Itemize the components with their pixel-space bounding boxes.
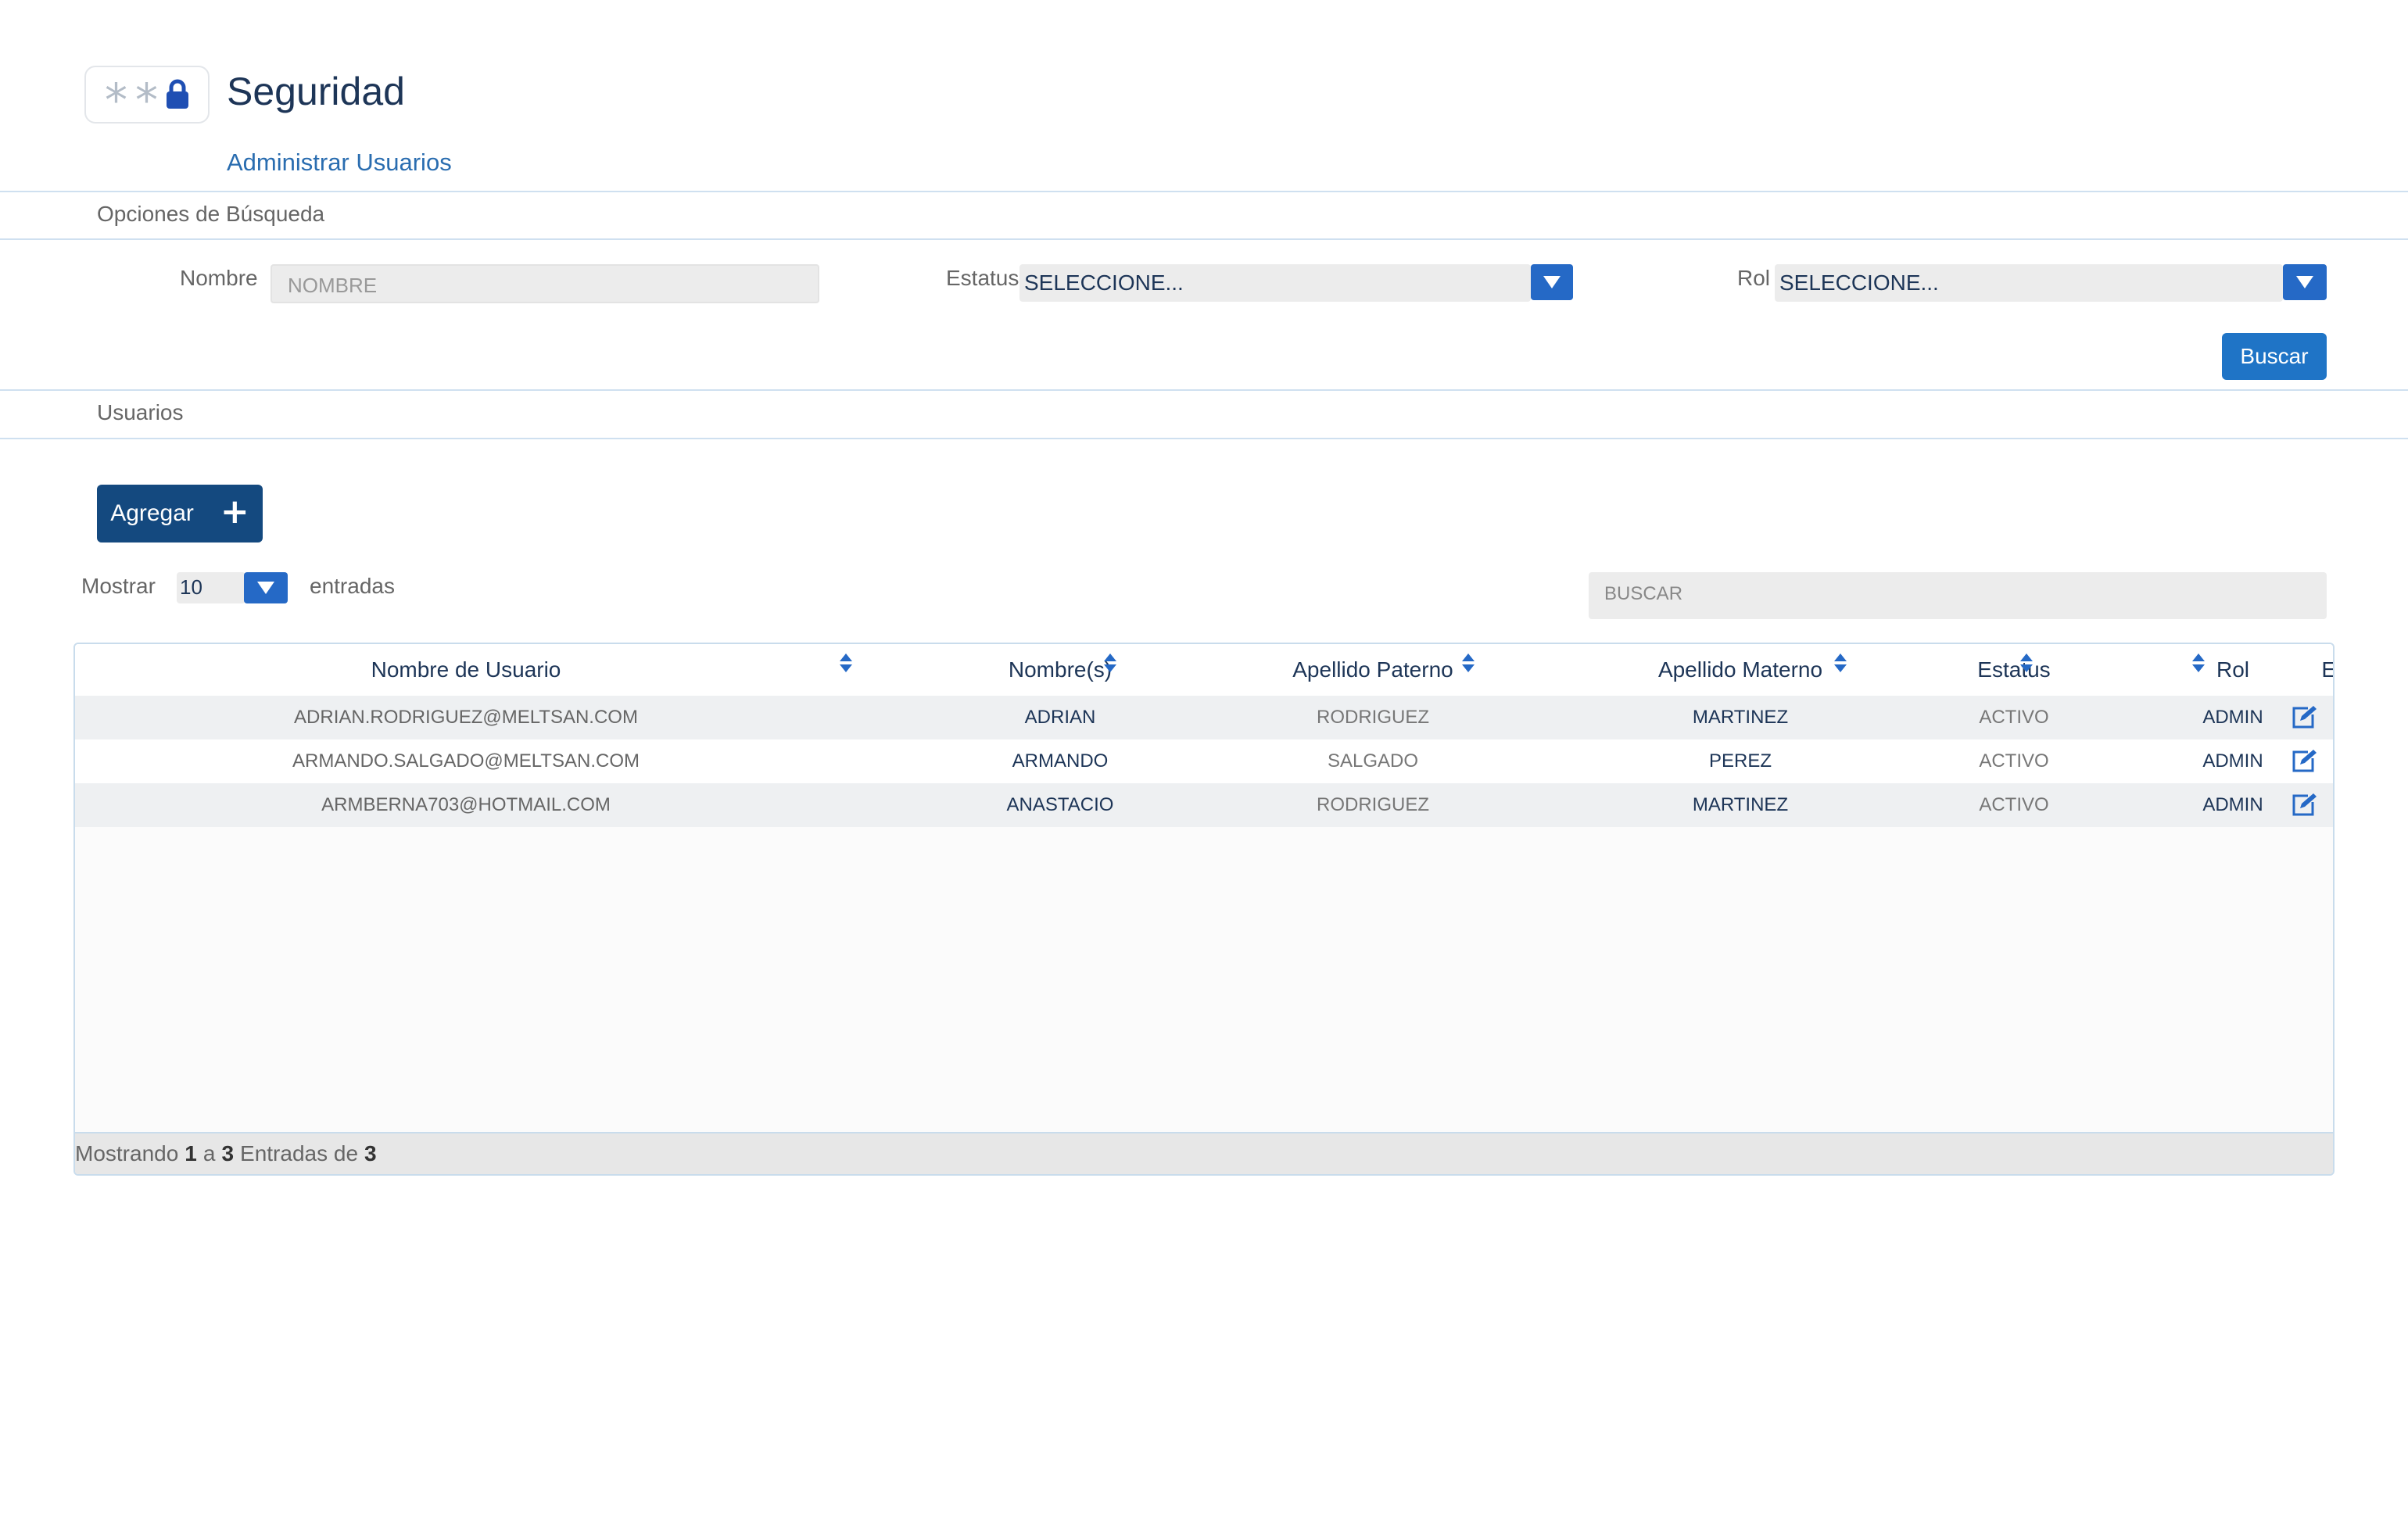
cell-estatus: ACTIVO — [1979, 794, 2049, 815]
estatus-dropdown-button[interactable] — [1531, 264, 1573, 300]
table-row: ARMANDO.SALGADO@MELTSAN.COM ARMANDO SALG… — [75, 739, 2333, 783]
cell-apellido-materno: PEREZ — [1708, 750, 1772, 772]
edit-icon — [2292, 793, 2317, 816]
cell-apellido-materno: MARTINEZ — [1692, 794, 1789, 815]
cell-apellido-materno: MARTINEZ — [1692, 707, 1789, 728]
users-heading: Usuarios — [97, 400, 184, 424]
cell-nombre: ANASTACIO — [1006, 794, 1114, 815]
column-header-nombre[interactable]: Nombre(s) — [935, 644, 1185, 696]
lock-icon — [167, 79, 188, 109]
add-user-button[interactable]: Agregar + — [97, 485, 263, 542]
add-button-label: Agregar — [110, 500, 194, 526]
footer-middle: Entradas de — [240, 1141, 359, 1166]
table-row: ARMBERNA703@HOTMAIL.COM ANASTACIO RODRIG… — [75, 783, 2333, 827]
search-button[interactable]: Buscar — [2222, 333, 2327, 380]
cell-username: ARMBERNA703@HOTMAIL.COM — [321, 794, 611, 815]
column-header-apellido-paterno[interactable]: Apellido Paterno — [1217, 644, 1529, 696]
cell-nombre: ADRIAN — [1024, 707, 1096, 728]
plus-icon: + — [220, 492, 249, 532]
chevron-down-icon — [257, 582, 274, 594]
rol-label: Rol — [1737, 266, 1771, 290]
sort-icon[interactable] — [2191, 650, 2206, 679]
rol-dropdown-button[interactable] — [2283, 264, 2327, 300]
table-row: ADRIAN.RODRIGUEZ@MELTSAN.COM ADRIAN RODR… — [75, 696, 2333, 739]
footer-total: 3 — [364, 1141, 377, 1166]
asterisk-icon: * — [105, 73, 127, 127]
entries-label: entradas — [310, 574, 395, 598]
nombre-label: Nombre — [180, 266, 258, 290]
edit-icon — [2292, 750, 2317, 772]
sort-icon[interactable] — [1460, 650, 1476, 679]
nombre-input[interactable]: NOMBRE — [271, 264, 819, 303]
cell-apellido-paterno: RODRIGUEZ — [1317, 794, 1429, 815]
column-header-username[interactable]: Nombre de Usuario — [75, 644, 857, 696]
column-header-estatus[interactable]: Estatus — [1889, 644, 2139, 696]
divider — [0, 191, 2408, 192]
asterisk-icon: * — [135, 73, 158, 127]
cell-username: ARMANDO.SALGADO@MELTSAN.COM — [292, 750, 640, 772]
estatus-select[interactable]: SELECCIONE... — [1019, 264, 1531, 302]
edit-button[interactable] — [2217, 739, 2333, 783]
cell-apellido-paterno: SALGADO — [1327, 750, 1419, 772]
table-footer: Mostrando 1 a 3 Entradas de 3 — [75, 1132, 2333, 1174]
search-options-heading: Opciones de Búsqueda — [97, 202, 325, 226]
divider — [0, 389, 2408, 391]
page-size-select[interactable]: 10 — [177, 572, 245, 603]
cell-estatus: ACTIVO — [1979, 750, 2049, 772]
cell-nombre: ARMANDO — [1012, 750, 1109, 772]
cell-apellido-paterno: RODRIGUEZ — [1317, 707, 1429, 728]
edit-button[interactable] — [2217, 696, 2333, 739]
sort-icon[interactable] — [2019, 650, 2034, 679]
divider — [0, 238, 2408, 240]
cell-username: ADRIAN.RODRIGUEZ@MELTSAN.COM — [294, 707, 638, 728]
column-header-editar: Editar — [2264, 644, 2333, 696]
page-title: Seguridad — [227, 70, 405, 113]
cell-estatus: ACTIVO — [1979, 707, 2049, 728]
chevron-down-icon — [2296, 276, 2313, 288]
sort-icon[interactable] — [1833, 650, 1848, 679]
divider — [0, 438, 2408, 439]
estatus-label: Estatus — [946, 266, 1019, 290]
footer-to: 3 — [221, 1141, 235, 1166]
breadcrumb-admin-users[interactable]: Administrar Usuarios — [227, 149, 452, 177]
chevron-down-icon — [1543, 276, 1561, 288]
page-size-dropdown-button[interactable] — [244, 572, 288, 603]
sort-icon[interactable] — [838, 650, 854, 679]
footer-prefix: Mostrando — [75, 1141, 179, 1166]
edit-button[interactable] — [2217, 783, 2333, 827]
edit-icon — [2292, 706, 2317, 729]
rol-select[interactable]: SELECCIONE... — [1775, 264, 2283, 302]
users-table: Nombre de Usuario Nombre(s) Apellido Pat… — [73, 643, 2335, 1176]
footer-sep: a — [202, 1141, 216, 1166]
footer-from: 1 — [185, 1141, 197, 1166]
table-search-input[interactable]: BUSCAR — [1589, 572, 2327, 619]
sort-icon[interactable] — [1102, 650, 1118, 679]
column-header-apellido-materno[interactable]: Apellido Materno — [1584, 644, 1897, 696]
show-label: Mostrar — [81, 574, 156, 598]
app-logo: * * — [84, 66, 210, 124]
